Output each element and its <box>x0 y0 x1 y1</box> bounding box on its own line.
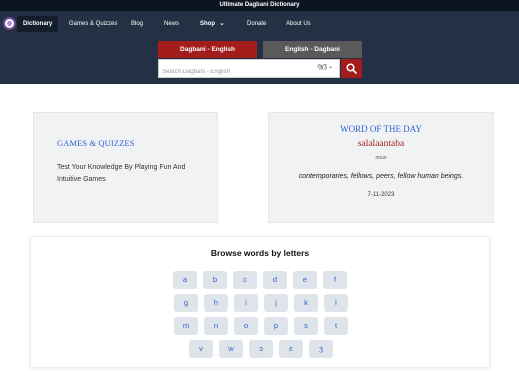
search-box: ŋɣʒ⌄ <box>158 59 340 81</box>
letter-button-h[interactable]: h <box>204 294 228 312</box>
chevron-down-icon: ⌄ <box>327 64 333 70</box>
letter-button-f[interactable]: f <box>323 271 347 289</box>
letter-button-j[interactable]: j <box>264 294 288 312</box>
letter-button-e[interactable]: e <box>293 271 317 289</box>
word-of-day-title: WORD OF THE DAY <box>340 124 422 134</box>
letter-button-ɛ[interactable]: ɛ <box>279 340 303 358</box>
letter-button-w[interactable]: w <box>219 340 243 358</box>
letter-button-i[interactable]: i <box>234 294 258 312</box>
games-card-title: GAMES & QUIZZES <box>57 138 135 148</box>
letter-button-n[interactable]: n <box>204 317 228 335</box>
main-nav: Dictionary Games & Quizzes Blog News Sho… <box>0 11 519 37</box>
letter-button-d[interactable]: d <box>263 271 287 289</box>
dagbani-english-button[interactable]: Dagbani - English <box>158 41 257 58</box>
browse-title: Browse words by letters <box>210 248 310 258</box>
logo[interactable] <box>3 17 16 30</box>
nav-blog[interactable]: Blog <box>131 11 143 37</box>
nav-shop-label: Shop <box>200 21 215 27</box>
nav-about-us[interactable]: About Us <box>286 11 311 37</box>
word-definition: contemporaries, fellows, peers, fellow h… <box>298 173 464 180</box>
search-button[interactable] <box>341 59 362 78</box>
letter-button-k[interactable]: k <box>294 294 318 312</box>
special-characters-label: ŋɣʒ <box>317 64 327 70</box>
letter-button-s[interactable]: s <box>294 317 318 335</box>
letter-button-c[interactable]: c <box>233 271 257 289</box>
letter-button-m[interactable]: m <box>174 317 198 335</box>
nav-news[interactable]: News <box>164 11 179 37</box>
part-of-speech: noun <box>375 155 387 161</box>
word-of-day-word[interactable]: salalaantaba <box>269 139 493 149</box>
letter-button-t[interactable]: t <box>324 317 348 335</box>
english-dagbani-button[interactable]: English - Dagbani <box>263 41 362 58</box>
letter-button-ʒ[interactable]: ʒ <box>309 340 333 358</box>
word-date: 7-11-2023 <box>367 192 395 198</box>
search-input[interactable] <box>159 63 309 81</box>
letter-button-v[interactable]: v <box>189 340 213 358</box>
letter-button-g[interactable]: g <box>174 294 198 312</box>
letter-button-ɔ[interactable]: ɔ <box>249 340 273 358</box>
site-title-bar: Ultimate Dagbani Dictionary <box>0 0 519 11</box>
browse-letters-section: Browse words by letters abcdef ghijkl mnop… <box>30 236 490 368</box>
nav-games-quizzes[interactable]: Games & Quizzes <box>69 11 117 37</box>
nav-donate[interactable]: Donate <box>247 11 266 37</box>
letter-button-o[interactable]: o <box>234 317 258 335</box>
letter-button-b[interactable]: b <box>203 271 227 289</box>
chevron-down-icon: ⌄ <box>219 20 225 27</box>
letter-button-l[interactable]: l <box>324 294 348 312</box>
games-quizzes-card[interactable]: GAMES & QUIZZES Test Your Knowledge By P… <box>33 112 218 223</box>
nav-dictionary[interactable]: Dictionary <box>17 16 59 32</box>
nav-shop[interactable]: Shop ⌄ <box>200 11 225 37</box>
letter-button-p[interactable]: p <box>264 317 288 335</box>
search-icon <box>346 63 357 74</box>
games-card-description: Test Your Knowledge By Playing Fun And I… <box>57 164 186 183</box>
word-of-the-day-card: WORD OF THE DAY salalaantaba noun contem… <box>268 112 494 223</box>
letter-button-a[interactable]: a <box>173 271 197 289</box>
special-characters-dropdown[interactable]: ŋɣʒ⌄ <box>317 63 333 70</box>
header: Dictionary Games & Quizzes Blog News Sho… <box>0 11 519 84</box>
